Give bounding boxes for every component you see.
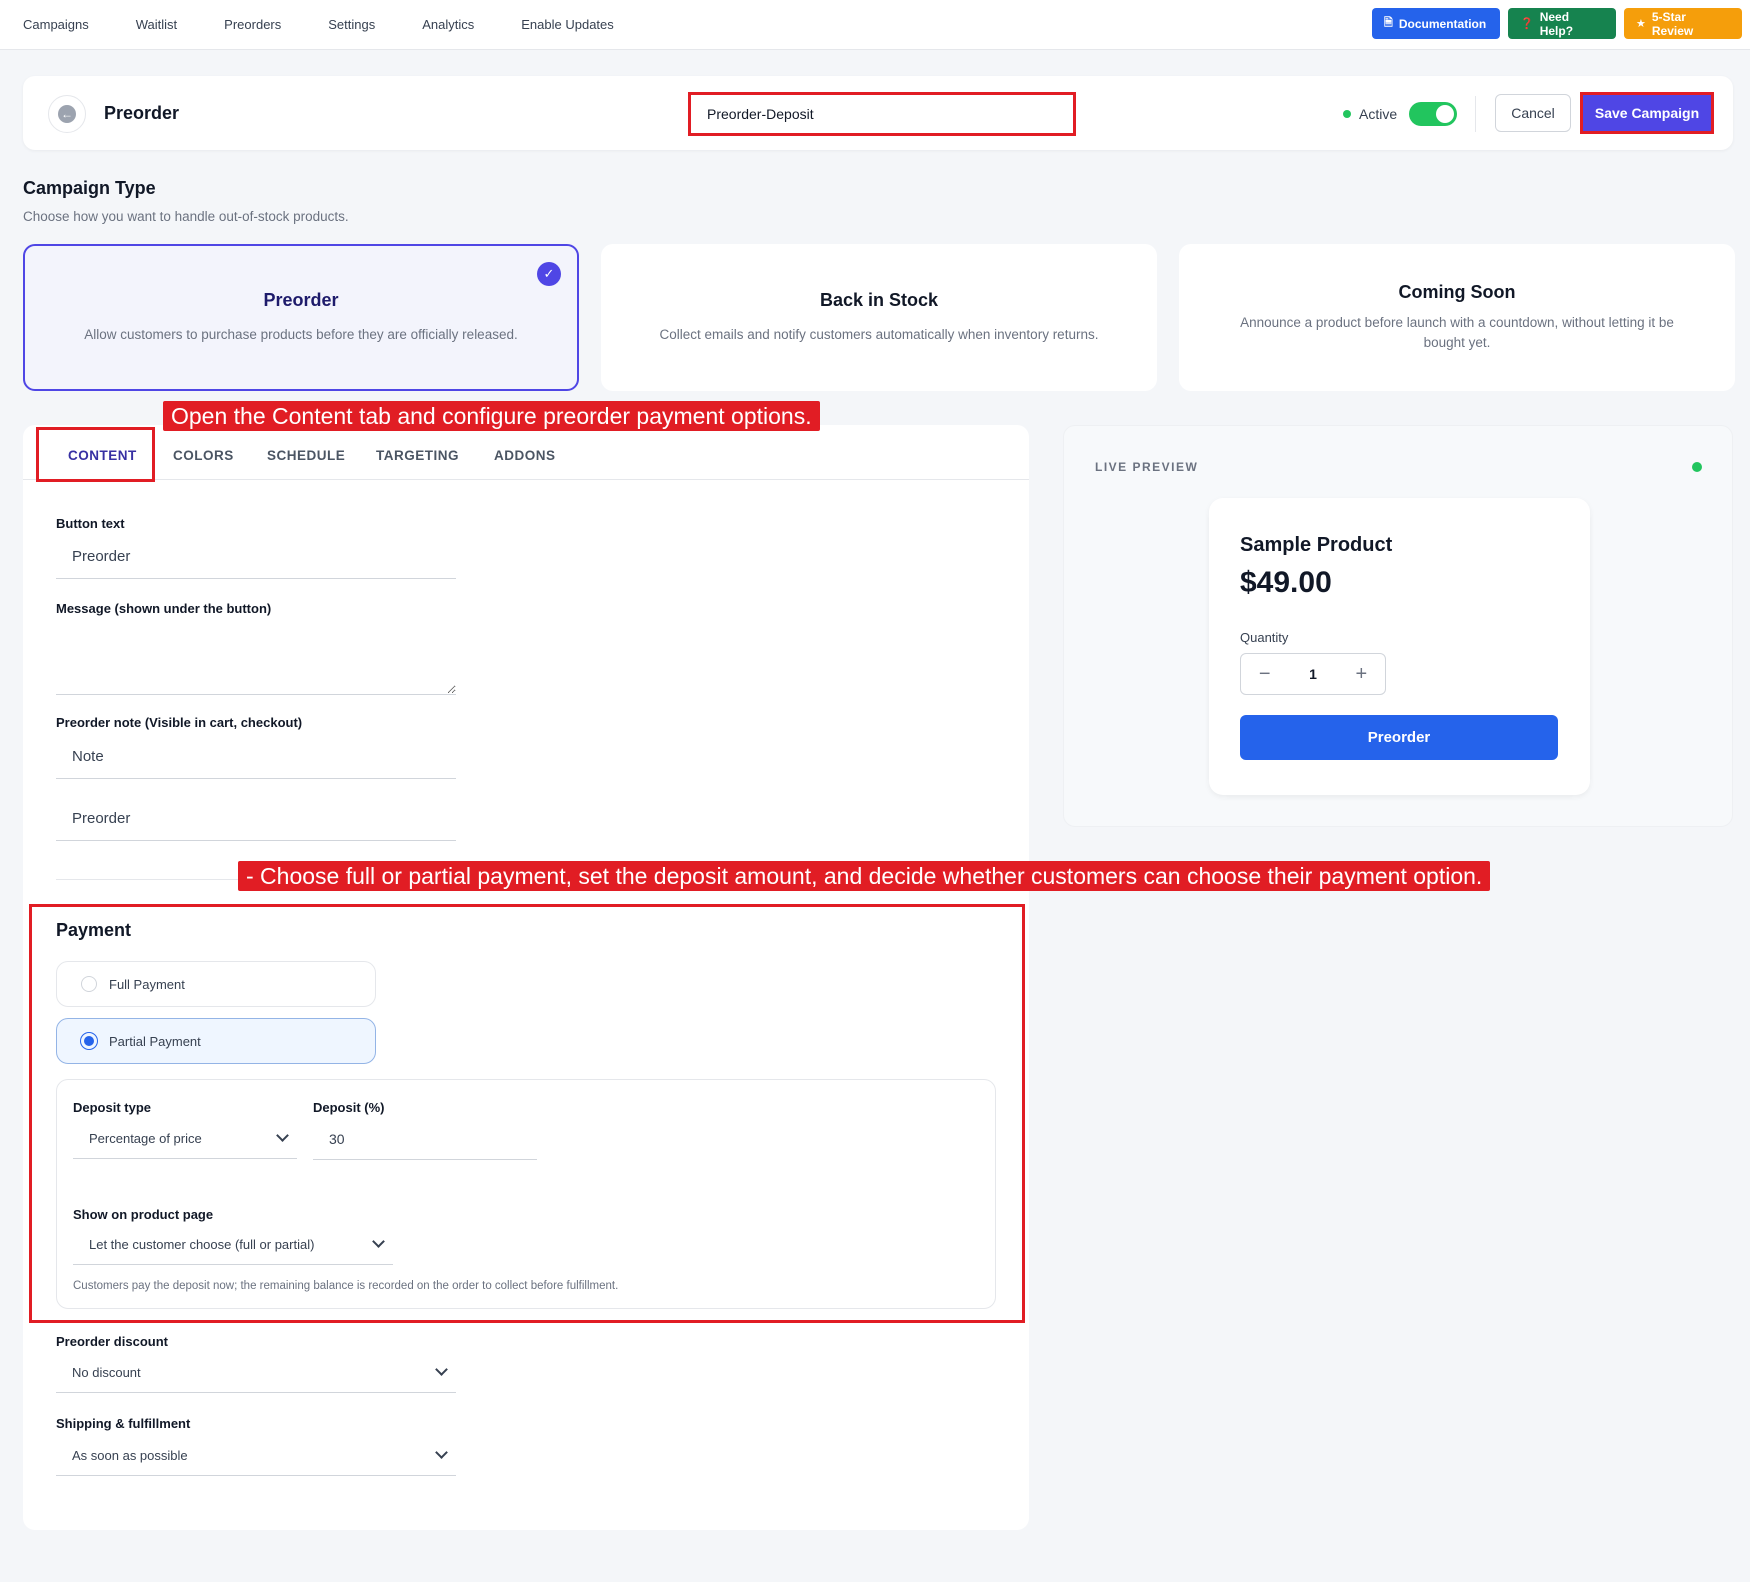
deposit-type-select[interactable]: Percentage of price	[73, 1119, 297, 1159]
nav-waitlist[interactable]: Waitlist	[136, 17, 177, 32]
partial-payment-option[interactable]: Partial Payment	[56, 1018, 376, 1064]
minus-icon[interactable]: −	[1241, 663, 1288, 686]
nav-preorders[interactable]: Preorders	[224, 17, 281, 32]
editor-tabs: CONTENT COLORS SCHEDULE TARGETING ADDONS	[23, 425, 1029, 480]
product-card: Sample Product $49.00 Quantity − 1 + Pre…	[1209, 498, 1590, 795]
live-dot-icon	[1692, 462, 1702, 472]
tab-addons[interactable]: ADDONS	[494, 448, 556, 463]
editor-panel: CONTENT COLORS SCHEDULE TARGETING ADDONS…	[23, 425, 1029, 1530]
show-on-page-label: Show on product page	[73, 1207, 214, 1222]
nav-enable-updates[interactable]: Enable Updates	[521, 17, 614, 32]
shipping-select[interactable]: As soon as possible	[56, 1436, 456, 1476]
toggle-knob	[1436, 105, 1455, 123]
tab-content[interactable]: CONTENT	[68, 448, 137, 463]
discount-label: Preorder discount	[56, 1334, 168, 1349]
shipping-label: Shipping & fulfillment	[56, 1416, 191, 1431]
chevron-down-icon	[276, 1129, 289, 1142]
active-status: Active	[1343, 102, 1458, 126]
type-card-coming-soon[interactable]: Coming Soon Announce a product before la…	[1179, 244, 1735, 391]
note-title-input[interactable]	[56, 735, 456, 779]
nav-settings[interactable]: Settings	[328, 17, 375, 32]
quantity-value: 1	[1309, 666, 1317, 682]
annotation-payment: - Choose full or partial payment, set th…	[238, 861, 1491, 891]
payment-title: Payment	[56, 920, 132, 940]
chevron-down-icon	[372, 1235, 385, 1248]
chevron-down-icon	[435, 1446, 448, 1459]
back-button[interactable]: ←	[48, 95, 86, 133]
preview-label: LIVE PREVIEW	[1095, 460, 1199, 474]
deposit-hint: Customers pay the deposit now; the remai…	[73, 1280, 619, 1292]
star-icon: ★	[1636, 18, 1646, 30]
note-label: Preorder note (Visible in cart, checkout…	[56, 715, 303, 730]
deposit-percent-input[interactable]	[313, 1118, 537, 1160]
top-nav: Campaigns Waitlist Preorders Settings An…	[0, 0, 1750, 50]
discount-select[interactable]: No discount	[56, 1353, 456, 1393]
deposit-percent-label: Deposit (%)	[313, 1100, 385, 1115]
quantity-stepper: − 1 +	[1240, 653, 1386, 695]
check-icon: ✓	[537, 262, 561, 286]
help-icon: ❓	[1520, 18, 1534, 30]
document-icon: 🗎	[1384, 17, 1393, 29]
page-title: Preorder	[104, 103, 180, 123]
review-button[interactable]: ★ 5-Star Review	[1624, 8, 1742, 39]
button-text-input[interactable]	[56, 535, 456, 579]
arrow-left-icon: ←	[58, 105, 76, 123]
plus-icon[interactable]: +	[1338, 663, 1385, 686]
active-dot-icon	[1343, 110, 1351, 118]
show-on-page-select[interactable]: Let the customer choose (full or partial…	[73, 1225, 393, 1265]
campaign-type-title: Campaign Type	[23, 178, 156, 198]
live-preview: LIVE PREVIEW Sample Product $49.00 Quant…	[1063, 425, 1733, 827]
button-text-label: Button text	[56, 516, 125, 531]
message-textarea[interactable]	[56, 625, 456, 695]
active-toggle[interactable]	[1409, 102, 1458, 126]
message-label: Message (shown under the button)	[56, 601, 272, 616]
save-highlight: Save Campaign	[1580, 92, 1714, 134]
campaign-type-subtitle: Choose how you want to handle out-of-sto…	[23, 209, 349, 224]
campaign-name-input[interactable]	[688, 92, 1076, 136]
full-payment-radio[interactable]	[81, 976, 97, 992]
nav-campaigns[interactable]: Campaigns	[23, 17, 89, 32]
chevron-down-icon	[435, 1363, 448, 1376]
tab-targeting[interactable]: TARGETING	[376, 448, 459, 463]
active-label: Active	[1359, 106, 1398, 122]
nav-actions: 🗎 Documentation ❓ Need Help? ★ 5-Star Re…	[1372, 8, 1742, 39]
header-divider	[1475, 96, 1476, 132]
save-campaign-button[interactable]: Save Campaign	[1583, 95, 1711, 131]
note-text-input[interactable]	[56, 797, 456, 841]
deposit-type-label: Deposit type	[73, 1100, 152, 1115]
tab-schedule[interactable]: SCHEDULE	[267, 448, 345, 463]
quantity-label: Quantity	[1240, 630, 1289, 645]
tab-colors[interactable]: COLORS	[173, 448, 234, 463]
product-name: Sample Product	[1240, 534, 1393, 556]
type-card-back-in-stock[interactable]: Back in Stock Collect emails and notify …	[601, 244, 1157, 391]
partial-payment-radio[interactable]	[81, 1033, 97, 1049]
preview-preorder-button[interactable]: Preorder	[1240, 715, 1558, 760]
type-card-preorder[interactable]: ✓ Preorder Allow customers to purchase p…	[23, 244, 579, 391]
need-help-button[interactable]: ❓ Need Help?	[1508, 8, 1616, 39]
cancel-button[interactable]: Cancel	[1495, 94, 1571, 132]
nav-analytics[interactable]: Analytics	[422, 17, 474, 32]
product-price: $49.00	[1240, 566, 1332, 599]
deposit-settings: Deposit type Percentage of price Deposit…	[56, 1079, 996, 1309]
full-payment-option[interactable]: Full Payment	[56, 961, 376, 1007]
campaign-header: ← Preorder Active Cancel Save Campaign	[23, 76, 1733, 150]
annotation-content-tab: Open the Content tab and configure preor…	[163, 401, 820, 431]
documentation-button[interactable]: 🗎 Documentation	[1372, 8, 1500, 39]
